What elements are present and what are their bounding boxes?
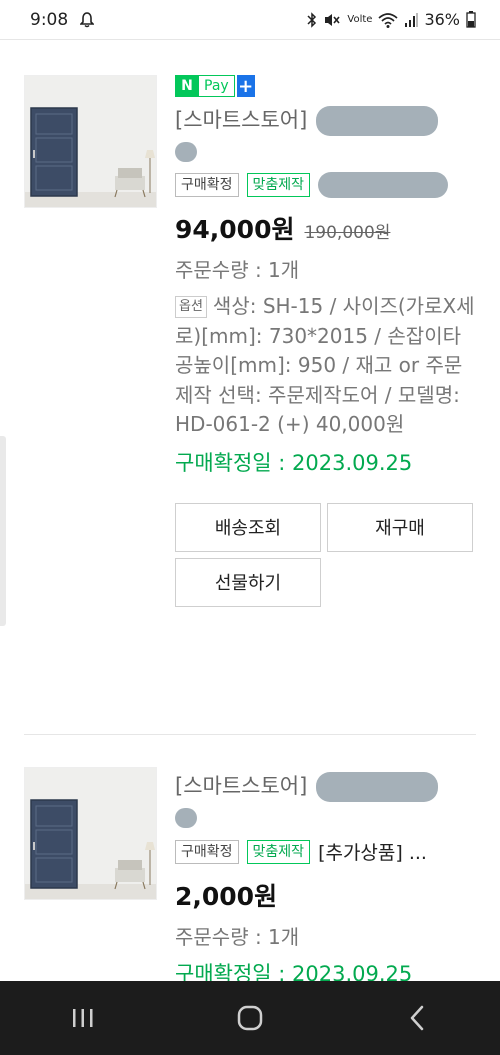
store-name[interactable]: [스마트스토어] [175, 105, 475, 166]
track-delivery-button[interactable]: 배송조회 [175, 502, 321, 552]
redacted-store-name-cont [175, 142, 197, 162]
sale-price: 2,000원 [175, 882, 278, 911]
volte-label: Volte [347, 14, 373, 25]
option-text: 색상: SH-15 / 사이즈(가로X세로)[mm]: 730*2015 / 손… [175, 294, 475, 436]
order-details: N Pay + [스마트스토어] 구매확정 맞춤제작 94,000원 190,0… [175, 75, 475, 607]
redacted-item-name [318, 172, 449, 198]
notification-bell-icon [80, 11, 95, 28]
order-tags: 구매확정 맞춤제작 [추가상품] ... [175, 838, 475, 865]
home-icon[interactable] [210, 988, 290, 1048]
purchase-confirmed-tag: 구매확정 [175, 839, 239, 864]
sale-price: 94,000원 [175, 215, 295, 244]
redacted-store-name [316, 106, 438, 136]
product-thumbnail[interactable] [24, 75, 157, 208]
order-list[interactable]: N Pay + [스마트스토어] 구매확정 맞춤제작 94,000원 190,0… [0, 41, 500, 981]
battery-percent: 36% [424, 10, 460, 29]
order-quantity: 주문수량 : 1개 [175, 258, 300, 282]
status-bar: 9:08 Volte 36% [0, 0, 500, 40]
product-thumbnail[interactable] [24, 767, 157, 900]
purchase-confirm-date: 구매확정일 : 2023.09.25 [175, 450, 413, 475]
store-name-label: [스마트스토어] [175, 774, 308, 798]
purchase-confirmed-tag: 구매확정 [175, 173, 239, 197]
order-quantity: 주문수량 : 1개 [175, 925, 300, 949]
clock: 9:08 [30, 9, 69, 30]
edge-panel-handle[interactable] [0, 436, 6, 626]
purchase-confirm-date: 구매확정일 : 2023.09.25 [175, 962, 413, 981]
custom-made-tag: 맞춤제작 [246, 839, 311, 864]
gift-button[interactable]: 선물하기 [175, 557, 321, 607]
price-row: 94,000원 190,000원 [175, 210, 475, 246]
price-row: 2,000원 [175, 877, 475, 913]
bluetooth-icon [307, 11, 317, 28]
wifi-icon [378, 12, 399, 28]
reorder-button[interactable]: 재구매 [327, 502, 473, 552]
item-name[interactable]: [추가상품] ... [318, 838, 427, 865]
store-name-label: [스마트스토어] [175, 108, 308, 132]
npay-pay-label: Pay [199, 75, 235, 97]
npay-plus-icon: + [236, 75, 255, 97]
option-info: 옵션 색상: SH-15 / 사이즈(가로X세로)[mm]: 730*2015 /… [175, 292, 475, 440]
recent-apps-icon[interactable] [43, 988, 123, 1048]
redacted-store-name-cont [175, 808, 197, 828]
battery-icon [466, 11, 476, 28]
order-actions: 배송조회 재구매 선물하기 [175, 502, 477, 607]
order-tags: 구매확정 맞춤제작 [175, 172, 475, 198]
signal-icon [404, 12, 419, 28]
npay-n-logo: N [175, 75, 199, 97]
mute-icon [323, 12, 341, 28]
original-price: 190,000원 [304, 223, 391, 243]
npay-plus-badge: N Pay + [175, 75, 475, 97]
back-icon[interactable] [377, 988, 457, 1048]
option-tag: 옵션 [175, 296, 207, 318]
store-name[interactable]: [스마트스토어] [175, 771, 475, 832]
redacted-store-name [316, 772, 438, 802]
divider [24, 734, 476, 735]
system-navigation-bar [0, 981, 500, 1055]
order-details: [스마트스토어] 구매확정 맞춤제작 [추가상품] ... 2,000원 주문수… [175, 771, 475, 981]
custom-made-tag: 맞춤제작 [246, 173, 311, 197]
